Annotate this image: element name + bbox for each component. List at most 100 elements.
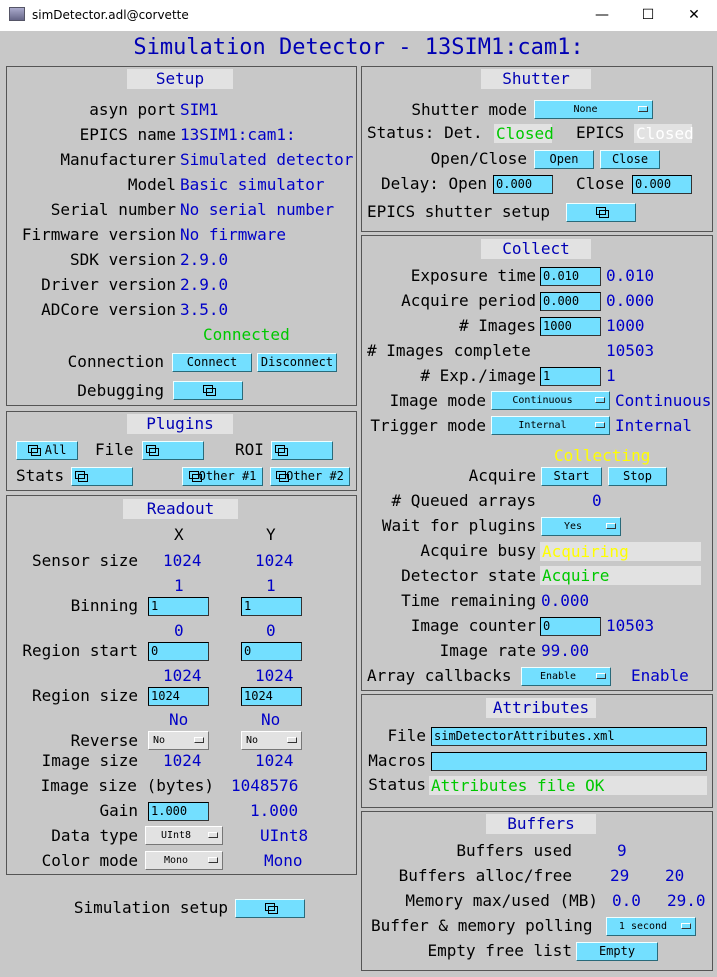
epics-shutter-setup-button[interactable] xyxy=(566,203,636,222)
region-size-label: Region size xyxy=(32,686,138,705)
size-y-input[interactable]: 1024 xyxy=(241,687,302,706)
disconnect-button[interactable]: Disconnect xyxy=(257,353,337,372)
plugins-stats-button[interactable] xyxy=(71,467,133,486)
trigger-mode-rbv: Internal xyxy=(615,416,693,435)
empty-free-list-button[interactable]: Empty xyxy=(576,942,658,961)
shutter-mode-label: Shutter mode xyxy=(411,100,527,119)
binning-x-rbv: 1 xyxy=(174,576,184,595)
image-rate-label: Image rate xyxy=(439,641,536,660)
acquire-period-label: Acquire period xyxy=(401,291,536,310)
size-x-input[interactable]: 1024 xyxy=(148,687,209,706)
firmware-value: No firmware xyxy=(180,225,286,244)
driver-version-value: 2.9.0 xyxy=(180,275,229,294)
attributes-macros-label: Macros xyxy=(368,751,426,770)
plugins-all-button[interactable]: All xyxy=(16,441,78,460)
binning-x-input[interactable]: 1 xyxy=(148,597,209,616)
reverse-x-menu[interactable]: No xyxy=(148,731,209,750)
acquire-busy-label: Acquire busy xyxy=(420,541,536,560)
plugins-other2-button[interactable]: Other #2 xyxy=(270,467,350,486)
image-mode-label: Image mode xyxy=(389,391,486,410)
acquire-period-rbv: 0.000 xyxy=(606,291,655,310)
attributes-status-value: Attributes file OK xyxy=(429,776,707,795)
plugins-other1-button[interactable]: Other #1 xyxy=(182,467,263,486)
exposure-time-input[interactable]: 0.010 xyxy=(540,267,601,286)
minimize-button[interactable]: — xyxy=(579,0,625,31)
close-window-button[interactable]: ✕ xyxy=(671,0,717,31)
delay-close-label: Close xyxy=(576,174,625,193)
image-counter-input[interactable]: 0 xyxy=(540,617,601,636)
manufacturer-value: Simulated detector xyxy=(180,150,354,169)
buffers-free-value: 20 xyxy=(665,866,685,885)
buffers-alloc-free-label: Buffers alloc/free xyxy=(398,866,572,885)
shutter-mode-menu[interactable]: None xyxy=(534,100,653,119)
detector-state-value: Acquire xyxy=(540,566,701,585)
size-y-rbv: 1024 xyxy=(255,666,294,685)
acquire-stop-button[interactable]: Stop xyxy=(608,467,667,486)
sdk-version-value: 2.9.0 xyxy=(180,250,229,269)
delay-close-input[interactable]: 0.000 xyxy=(632,175,692,194)
simulation-setup-label: Simulation setup xyxy=(73,898,228,917)
plugins-file-button[interactable] xyxy=(142,441,204,460)
exp-per-image-input[interactable]: 1 xyxy=(540,367,601,386)
plugins-roi-label: ROI xyxy=(235,440,264,459)
epics-name-value: 13SIM1:cam1: xyxy=(180,125,296,144)
empty-free-list-label: Empty free list xyxy=(427,941,573,960)
attributes-file-input[interactable]: simDetectorAttributes.xml xyxy=(431,727,707,746)
array-callbacks-menu[interactable]: Enable xyxy=(521,667,611,686)
region-start-label: Region start xyxy=(22,641,138,660)
menu-indicator-icon xyxy=(194,737,204,743)
y-header: Y xyxy=(266,525,276,544)
menu-indicator-icon xyxy=(681,923,691,929)
time-remaining-label: Time remaining xyxy=(401,591,536,610)
connect-button[interactable]: Connect xyxy=(172,353,252,372)
debugging-button[interactable] xyxy=(173,381,243,400)
epics-label: EPICS xyxy=(576,123,625,142)
plugins-roi-button[interactable] xyxy=(271,441,333,460)
shutter-title: Shutter xyxy=(481,69,591,89)
queued-arrays-value: 0 xyxy=(592,491,602,510)
start-y-input[interactable]: 0 xyxy=(241,642,302,661)
acquire-label: Acquire xyxy=(468,466,536,485)
wait-plugins-menu[interactable]: Yes xyxy=(541,517,621,536)
menu-indicator-icon xyxy=(595,397,605,403)
acquire-start-button[interactable]: Start xyxy=(541,467,602,486)
trigger-mode-menu[interactable]: Internal xyxy=(491,416,610,435)
attributes-title: Attributes xyxy=(486,698,596,718)
shutter-close-button[interactable]: Close xyxy=(600,150,660,169)
color-mode-value: Mono xyxy=(163,855,189,866)
plugins-stats-label: Stats xyxy=(16,466,65,485)
color-mode-menu[interactable]: Mono xyxy=(145,851,223,870)
trigger-mode-label: Trigger mode xyxy=(370,416,486,435)
attributes-macros-input[interactable] xyxy=(431,752,707,771)
reverse-y-menu[interactable]: No xyxy=(241,731,302,750)
plugins-other2-label: Other #2 xyxy=(286,469,344,483)
exp-per-image-label: # Exp./image xyxy=(420,366,536,385)
image-mode-menu[interactable]: Continuous xyxy=(491,391,610,410)
num-images-input[interactable]: 1000 xyxy=(540,317,601,336)
related-display-icon xyxy=(27,445,41,456)
polling-menu[interactable]: 1 second xyxy=(606,917,696,936)
plugins-title: Plugins xyxy=(127,414,233,434)
attributes-status-label: Status xyxy=(368,775,426,794)
reverse-x-value: No xyxy=(153,735,166,746)
start-x-input[interactable]: 0 xyxy=(148,642,209,661)
trigger-mode-value: Internal xyxy=(518,420,567,431)
shutter-open-button[interactable]: Open xyxy=(534,150,594,169)
image-size-x: 1024 xyxy=(163,751,202,770)
related-display-icon xyxy=(276,471,290,482)
data-type-rbv: UInt8 xyxy=(260,826,309,845)
memory-label: Memory max/used (MB) xyxy=(405,891,598,910)
gain-input[interactable]: 1.000 xyxy=(148,802,209,821)
simulation-setup-button[interactable] xyxy=(235,899,305,918)
adcore-version-label: ADCore version xyxy=(41,300,176,319)
delay-open-input[interactable]: 0.000 xyxy=(493,175,553,194)
acquire-period-input[interactable]: 0.000 xyxy=(540,292,601,311)
firmware-label: Firmware version xyxy=(21,225,176,244)
image-mode-rbv: Continuous xyxy=(615,391,712,410)
array-callbacks-rbv: Enable xyxy=(631,666,689,685)
data-type-menu[interactable]: UInt8 xyxy=(145,826,223,845)
related-display-icon xyxy=(265,903,278,914)
asyn-port-label: asyn port xyxy=(89,100,176,119)
maximize-button[interactable]: ☐ xyxy=(625,0,671,31)
binning-y-input[interactable]: 1 xyxy=(241,597,302,616)
